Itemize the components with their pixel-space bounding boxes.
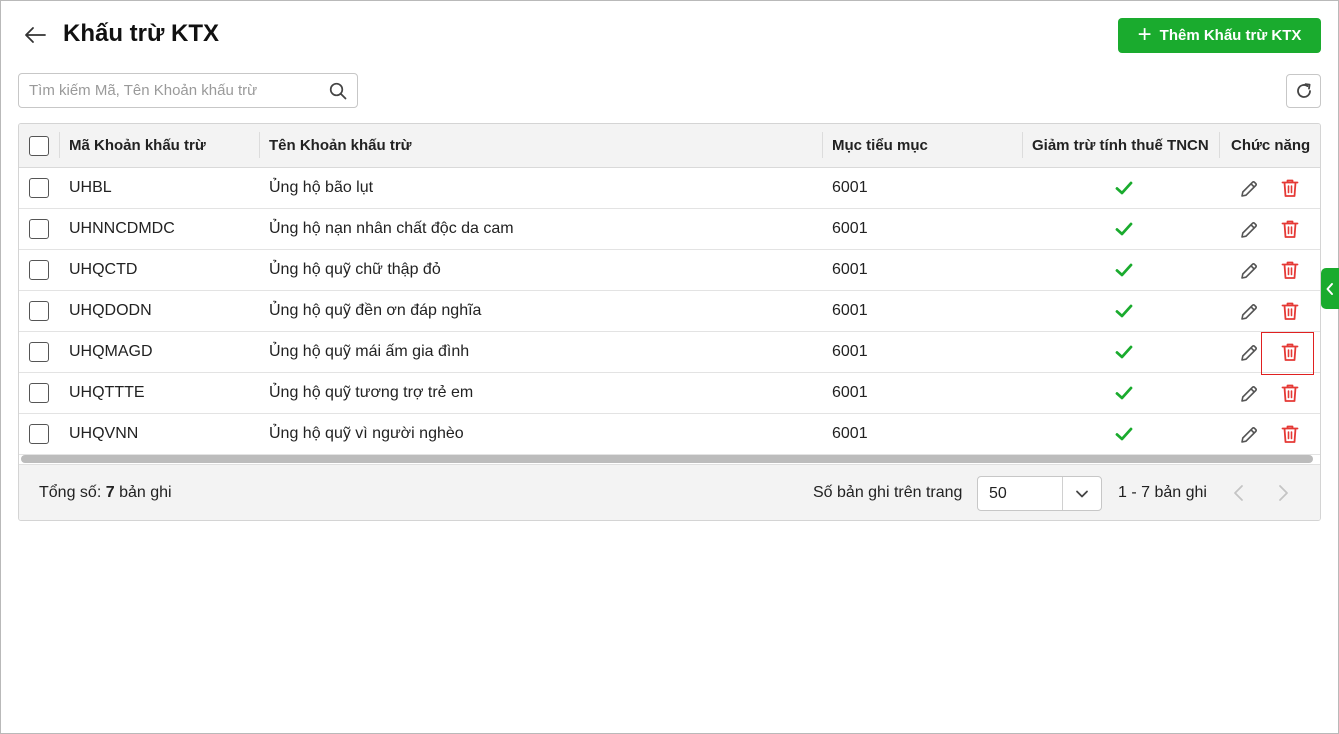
cell-code: UHQVNN <box>69 425 139 442</box>
column-divider <box>822 132 823 158</box>
total-count: 7 <box>105 484 115 501</box>
trash-icon[interactable] <box>1279 177 1301 199</box>
trash-icon[interactable] <box>1279 300 1301 322</box>
pencil-icon[interactable] <box>1238 260 1260 282</box>
plus-icon: + <box>1137 20 1152 48</box>
cell-code: UHNNCDMDC <box>69 220 175 237</box>
trash-icon[interactable] <box>1279 218 1301 240</box>
search-icon[interactable] <box>329 82 347 100</box>
trash-icon[interactable] <box>1279 382 1301 404</box>
column-divider <box>59 132 60 158</box>
pencil-icon[interactable] <box>1238 424 1260 446</box>
refresh-icon <box>1296 83 1311 98</box>
row-checkbox[interactable] <box>29 342 49 362</box>
back-button[interactable] <box>22 22 48 48</box>
trash-icon[interactable] <box>1279 341 1301 363</box>
cell-category: 6001 <box>832 425 868 442</box>
total-records: Tổng số: 7 bản ghi <box>39 484 172 502</box>
column-header-tax-deduction[interactable]: Giảm trừ tính thuế TNCN <box>1032 124 1209 168</box>
chevron-left-icon <box>1326 282 1333 295</box>
per-page-value: 50 <box>989 485 1007 502</box>
check-icon <box>1115 427 1133 441</box>
pencil-icon[interactable] <box>1238 342 1260 364</box>
row-checkbox[interactable] <box>29 219 49 239</box>
chevron-down-icon[interactable] <box>1074 487 1090 501</box>
total-prefix: Tổng số: <box>39 484 102 501</box>
column-divider <box>1022 132 1023 158</box>
table-row[interactable]: UHNNCDMDC Ủng hộ nạn nhân chất độc da cam… <box>19 209 1320 250</box>
pencil-icon[interactable] <box>1238 219 1260 241</box>
cell-category: 6001 <box>832 179 868 196</box>
page-range: 1 - 7 bản ghi <box>1118 484 1207 501</box>
cell-category: 6001 <box>832 220 868 237</box>
pencil-icon[interactable] <box>1238 301 1260 323</box>
check-icon <box>1115 263 1133 277</box>
column-divider <box>259 132 260 158</box>
cell-code: UHBL <box>69 179 112 196</box>
cell-name: Ủng hộ quỹ mái ấm gia đình <box>269 343 470 360</box>
cell-name: Ủng hộ quỹ chữ thập đỏ <box>269 261 441 278</box>
side-panel-toggle[interactable] <box>1321 268 1339 309</box>
row-checkbox[interactable] <box>29 383 49 403</box>
column-header-actions: Chức năng <box>1231 137 1311 154</box>
table-row[interactable]: UHQMAGD Ủng hộ quỹ mái ấm gia đình 6001 <box>19 332 1320 373</box>
cell-category: 6001 <box>832 261 868 278</box>
cell-code: UHQTTTE <box>69 384 145 401</box>
cell-code: UHQDODN <box>69 302 152 319</box>
check-icon <box>1115 304 1133 318</box>
table-footer: Tổng số: 7 bản ghi Số bản ghi trên trang… <box>19 464 1320 520</box>
arrow-left-icon <box>25 27 46 43</box>
per-page-label: Số bản ghi trên trang <box>813 484 963 501</box>
table-header: Mã Khoản khấu trừ Tên Khoản khấu trừ Mục… <box>19 124 1320 168</box>
table-row[interactable]: UHQTTTE Ủng hộ quỹ tương trợ trẻ em 6001 <box>19 373 1320 414</box>
check-icon <box>1115 181 1133 195</box>
column-header-name[interactable]: Tên Khoản khấu trừ <box>269 124 412 168</box>
check-icon <box>1115 386 1133 400</box>
check-icon <box>1115 345 1133 359</box>
page-header: Khấu trừ KTX + Thêm Khấu trừ KTX <box>18 14 1321 54</box>
total-suffix: bản ghi <box>119 484 172 501</box>
table-row[interactable]: UHQCTD Ủng hộ quỹ chữ thập đỏ 6001 <box>19 250 1320 291</box>
select-all-checkbox[interactable] <box>29 136 49 156</box>
table-row[interactable]: UHBL Ủng hộ bão lụt 6001 <box>19 168 1320 209</box>
row-checkbox[interactable] <box>29 260 49 280</box>
deductions-table: Mã Khoản khấu trừ Tên Khoản khấu trừ Mục… <box>18 123 1321 521</box>
cell-name: Ủng hộ quỹ vì người nghèo <box>269 425 464 442</box>
pencil-icon[interactable] <box>1238 383 1260 405</box>
refresh-button[interactable] <box>1286 74 1321 108</box>
cell-category: 6001 <box>832 302 868 319</box>
select-divider <box>1062 477 1063 510</box>
check-icon <box>1115 222 1133 236</box>
search-input[interactable] <box>29 74 319 107</box>
pencil-icon[interactable] <box>1238 178 1260 200</box>
cell-category: 6001 <box>832 384 868 401</box>
per-page-select[interactable]: 50 <box>977 476 1102 511</box>
table-row[interactable]: UHQDODN Ủng hộ quỹ đền ơn đáp nghĩa 6001 <box>19 291 1320 332</box>
cell-code: UHQCTD <box>69 261 138 278</box>
search-box <box>18 73 358 108</box>
cell-name: Ủng hộ quỹ tương trợ trẻ em <box>269 384 474 401</box>
cell-name: Ủng hộ nạn nhân chất độc da cam <box>269 220 514 237</box>
table-row[interactable]: UHQVNN Ủng hộ quỹ vì người nghèo 6001 <box>19 414 1320 455</box>
next-page-button[interactable] <box>1273 482 1293 504</box>
horizontal-scrollbar[interactable] <box>21 455 1313 463</box>
trash-icon[interactable] <box>1279 259 1301 281</box>
add-deduction-button[interactable]: + Thêm Khấu trừ KTX <box>1118 18 1321 53</box>
column-header-category[interactable]: Mục tiểu mục <box>832 124 928 168</box>
add-deduction-button-label: Thêm Khấu trừ KTX <box>1159 27 1302 44</box>
cell-name: Ủng hộ quỹ đền ơn đáp nghĩa <box>269 302 482 319</box>
row-checkbox[interactable] <box>29 424 49 444</box>
column-divider <box>1219 132 1220 158</box>
trash-icon[interactable] <box>1279 423 1301 445</box>
previous-page-button[interactable] <box>1229 482 1249 504</box>
cell-code: UHQMAGD <box>69 343 153 360</box>
cell-category: 6001 <box>832 343 868 360</box>
column-header-code[interactable]: Mã Khoản khấu trừ <box>69 124 206 168</box>
page-title: Khấu trừ KTX <box>63 20 220 47</box>
row-checkbox[interactable] <box>29 178 49 198</box>
row-checkbox[interactable] <box>29 301 49 321</box>
cell-name: Ủng hộ bão lụt <box>269 179 374 196</box>
